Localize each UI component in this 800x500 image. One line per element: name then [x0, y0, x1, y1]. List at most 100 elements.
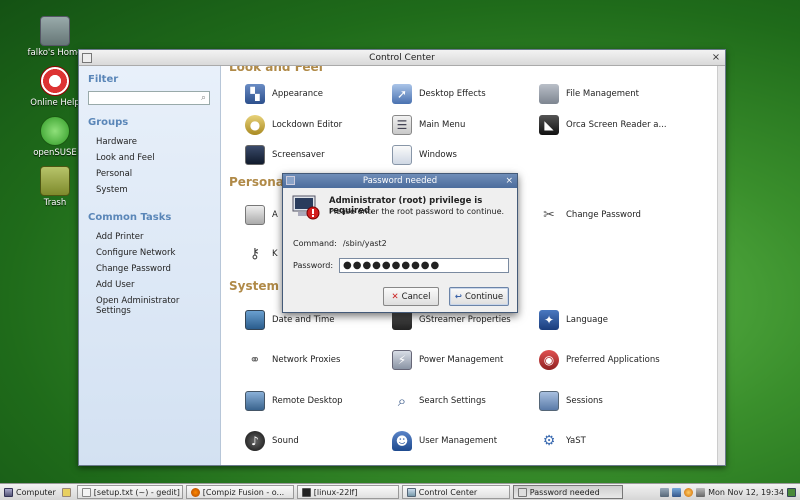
computer-menu-button[interactable]: Computer [0, 484, 62, 500]
item-network-proxies[interactable]: ⚭ Network Proxies [245, 349, 341, 371]
password-field[interactable]: ●●●●●●●●●● [339, 258, 509, 273]
item-label: Appearance [272, 89, 324, 99]
flag-icon: ✦ [539, 310, 559, 330]
item-screensaver[interactable]: Screensaver [245, 144, 325, 166]
item-sessions[interactable]: Sessions [539, 390, 603, 412]
lock-icon: ● [245, 115, 265, 135]
item-yast[interactable]: ⚙ YaST [539, 430, 586, 452]
cancel-label: Cancel [401, 291, 431, 302]
keyring-icon: ⚷ [249, 246, 261, 262]
text-editor-launcher-icon[interactable] [61, 487, 71, 497]
home-folder-icon [40, 16, 70, 46]
item-label: YaST [566, 436, 586, 446]
group-system[interactable]: System [88, 182, 211, 198]
network-proxy-icon: ⚭ [249, 352, 261, 368]
taskbar-item-password-needed[interactable]: Password needed [512, 485, 623, 499]
filter-input[interactable]: ⌕ [88, 91, 210, 105]
item-lockdown-editor[interactable]: ● Lockdown Editor [245, 114, 342, 136]
taskbar-item-gedit[interactable]: [setup.txt (~) - gedit] [76, 485, 183, 499]
dialog-titlebar[interactable]: Password needed × [283, 174, 517, 188]
taskbar-item-terminal[interactable]: [linux-22lf] [296, 485, 399, 499]
magnifier-icon: ⌕ [397, 392, 407, 410]
gstreamer-icon [392, 310, 412, 330]
clock[interactable]: Mon Nov 12, 19:34 [708, 488, 784, 497]
terminal-icon [301, 487, 311, 497]
item-label: Desktop Effects [419, 89, 486, 99]
common-tasks-heading: Common Tasks [88, 212, 172, 223]
group-personal[interactable]: Personal [88, 166, 211, 182]
item-label: GStreamer Properties [419, 315, 511, 325]
item-label: Lockdown Editor [272, 120, 343, 130]
item-power-management[interactable]: ⚡ Power Management [392, 349, 503, 371]
updater-icon[interactable] [684, 487, 694, 497]
trash-icon [40, 166, 70, 196]
keyboard-icon [245, 205, 265, 225]
group-hardware[interactable]: Hardware [88, 134, 211, 150]
continue-icon: ↩ [454, 291, 462, 302]
item-label: User Management [419, 436, 498, 446]
task-change-password[interactable]: Change Password [88, 261, 211, 277]
content-scrollbar[interactable] [717, 66, 725, 465]
user-icon: ☻ [392, 431, 412, 451]
sidebar: Filter ⌕ Groups Hardware Look and Feel P… [79, 66, 221, 465]
display-icon[interactable] [672, 487, 682, 497]
item-desktop-effects[interactable]: ➚ Desktop Effects [392, 83, 486, 105]
preferred-apps-icon: ◉ [539, 350, 559, 370]
task-add-user[interactable]: Add User [88, 277, 211, 293]
item-language[interactable]: ✦ Language [539, 309, 608, 331]
item-sound[interactable]: ♪ Sound [245, 430, 299, 452]
task-configure-network[interactable]: Configure Network [88, 245, 211, 261]
item-personal-a[interactable]: A [245, 204, 278, 226]
item-orca[interactable]: ◣ Orca Screen Reader a... [539, 114, 667, 136]
item-windows[interactable]: Windows [392, 144, 457, 166]
taskbar-item-browser[interactable]: [Compiz Fusion - o... [185, 485, 294, 499]
password-dialog: Password needed × Administrator (root) p… [282, 173, 518, 313]
item-label: Main Menu [419, 120, 466, 130]
close-icon[interactable]: × [710, 52, 722, 64]
item-label: Date and Time [272, 315, 335, 325]
sessions-icon [539, 391, 559, 411]
item-search-settings[interactable]: ⌕ Search Settings [392, 390, 486, 412]
groups-heading: Groups [88, 117, 129, 128]
monitor-icon [245, 145, 265, 165]
close-icon[interactable]: × [505, 174, 513, 188]
taskbar-item-label: [Compiz Fusion - o... [202, 487, 285, 497]
item-label: Sound [272, 436, 299, 446]
network-icon[interactable] [660, 487, 670, 497]
item-appearance[interactable]: ▚ Appearance [245, 83, 323, 105]
task-open-admin-settings[interactable]: Open Administrator Settings [88, 293, 211, 319]
cancel-button[interactable]: ✕ Cancel [383, 287, 439, 306]
section-look-and-feel: Look and Feel [229, 66, 323, 74]
task-add-printer[interactable]: Add Printer [88, 229, 211, 245]
window-titlebar[interactable]: Control Center × [79, 50, 725, 66]
group-look-and-feel[interactable]: Look and Feel [88, 150, 211, 166]
item-change-password[interactable]: ✂ Change Password [539, 204, 641, 226]
item-main-menu[interactable]: ☰ Main Menu [392, 114, 465, 136]
system-tray: Mon Nov 12, 19:34 [660, 487, 800, 497]
cancel-icon: ✕ [391, 291, 399, 302]
desktop-pager-icon[interactable] [787, 487, 796, 497]
item-label: K [272, 249, 278, 259]
continue-button[interactable]: ↩ Continue [449, 287, 509, 306]
firefox-icon [190, 487, 200, 497]
window-menu-icon[interactable] [82, 53, 92, 63]
volume-icon[interactable] [696, 487, 706, 497]
control-center-icon [406, 487, 416, 497]
dialog-subtext: Please enter the root password to contin… [329, 207, 505, 216]
item-label: Sessions [566, 396, 603, 406]
gedit-icon [81, 487, 91, 497]
item-user-management[interactable]: ☻ User Management [392, 430, 497, 452]
password-label: Password: [293, 261, 334, 270]
appearance-icon: ▚ [245, 84, 265, 104]
dialog-menu-icon[interactable] [286, 176, 295, 185]
item-label: Orca Screen Reader a... [566, 120, 667, 130]
dialog-icon [517, 487, 527, 497]
item-preferred-apps[interactable]: ◉ Preferred Applications [539, 349, 660, 371]
item-remote-desktop[interactable]: Remote Desktop [245, 390, 343, 412]
taskbar-item-control-center[interactable]: Control Center [401, 485, 510, 499]
item-personal-k[interactable]: ⚷ K [245, 243, 278, 265]
item-file-management[interactable]: File Management [539, 83, 639, 105]
item-label: Network Proxies [272, 355, 341, 365]
item-label: Language [566, 315, 608, 325]
taskbar-item-label: Control Center [418, 487, 478, 497]
